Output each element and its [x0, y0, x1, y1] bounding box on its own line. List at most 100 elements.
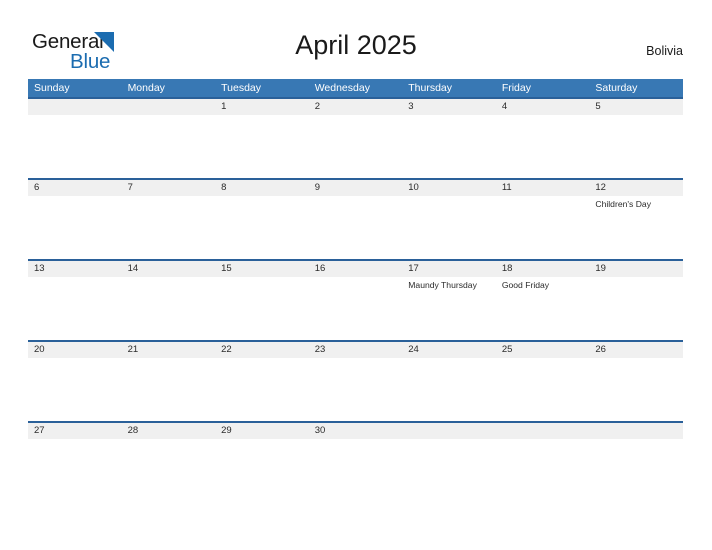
holiday-event: Children's Day [595, 199, 651, 209]
calendar-day-cell[interactable]: 30 [308, 423, 403, 502]
day-events [402, 358, 496, 361]
day-number: 7 [121, 180, 216, 196]
calendar-grid: Sunday Monday Tuesday Wednesday Thursday… [28, 79, 683, 502]
day-events [122, 196, 216, 199]
day-events [496, 196, 590, 199]
day-events [589, 115, 683, 118]
calendar-day-cell[interactable]: 14 [121, 261, 216, 340]
calendar-day-cell[interactable]: 26 [589, 342, 683, 421]
calendar-day-cell[interactable]: 21 [121, 342, 216, 421]
day-number: 29 [215, 423, 309, 439]
day-number: 21 [121, 342, 216, 358]
holiday-event: Good Friday [501, 280, 550, 290]
day-number: 1 [215, 99, 309, 115]
day-number: 17 [402, 261, 496, 277]
day-number: 13 [28, 261, 122, 277]
calendar-day-cell[interactable]: 6 [28, 180, 122, 259]
calendar-day-cell[interactable]: 20 [28, 342, 122, 421]
day-events [309, 277, 403, 280]
day-events [28, 277, 122, 280]
day-events [589, 358, 683, 361]
day-events [28, 439, 122, 442]
weekday-wednesday: Wednesday [314, 82, 370, 94]
day-events [122, 439, 216, 442]
calendar-day-cell[interactable]: 27 [28, 423, 122, 502]
calendar-week-row: 13 14 15 16 17 Maundy Thursday 18 Good Friday 19 [28, 259, 683, 340]
calendar-day-cell[interactable] [121, 99, 216, 178]
day-events [215, 277, 309, 280]
page-header: General Blue April 2025 Bolivia [0, 0, 712, 79]
day-events [28, 358, 122, 361]
weekday-saturday: Saturday [595, 82, 638, 94]
calendar-day-cell[interactable]: 28 [121, 423, 216, 502]
calendar-day-cell[interactable]: 19 [589, 261, 683, 340]
day-events [309, 196, 403, 199]
calendar-day-cell[interactable]: 5 [589, 99, 683, 178]
day-events [215, 196, 309, 199]
day-number: 14 [121, 261, 216, 277]
calendar-day-cell[interactable]: 29 [215, 423, 309, 502]
calendar-day-cell[interactable] [402, 423, 496, 502]
day-number: 19 [589, 261, 683, 277]
calendar-day-cell[interactable] [28, 99, 122, 178]
calendar-day-cell[interactable]: 8 [215, 180, 309, 259]
holiday-event: Maundy Thursday [408, 280, 477, 290]
calendar-day-cell[interactable]: 7 [121, 180, 216, 259]
day-events [309, 439, 403, 442]
calendar-day-cell[interactable]: 22 [215, 342, 309, 421]
day-number: 30 [308, 423, 403, 439]
calendar-day-cell[interactable]: 2 [308, 99, 403, 178]
calendar-week-inner: 12345 [28, 99, 683, 178]
day-number: 22 [215, 342, 309, 358]
day-number [28, 99, 122, 115]
calendar-day-cell[interactable]: 3 [402, 99, 496, 178]
weekday-friday: Friday [501, 82, 531, 94]
calendar-day-cell[interactable]: 17 Maundy Thursday [402, 261, 496, 340]
day-number: 12 [589, 180, 683, 196]
day-number: 20 [28, 342, 122, 358]
day-number: 9 [308, 180, 403, 196]
day-events [215, 439, 309, 442]
calendar-page: General Blue April 2025 Bolivia Sunday M… [0, 0, 712, 550]
weekday-monday: Monday [127, 82, 165, 94]
calendar-day-cell[interactable]: 13 [28, 261, 122, 340]
day-events [402, 115, 496, 118]
calendar-day-cell[interactable]: 24 [402, 342, 496, 421]
weekday-thursday: Thursday [408, 82, 453, 94]
day-number: 15 [215, 261, 309, 277]
day-events [215, 115, 309, 118]
calendar-day-cell[interactable]: 9 [308, 180, 403, 259]
day-events [122, 115, 216, 118]
calendar-day-cell[interactable] [495, 423, 590, 502]
day-number: 3 [402, 99, 496, 115]
day-events [402, 439, 496, 442]
calendar-day-cell[interactable]: 25 [495, 342, 590, 421]
calendar-day-cell[interactable]: 16 [308, 261, 403, 340]
calendar-day-cell[interactable]: 10 [402, 180, 496, 259]
calendar-day-cell[interactable]: 1 [215, 99, 309, 178]
day-events [496, 439, 590, 442]
day-number: 6 [28, 180, 122, 196]
calendar-day-cell[interactable]: 12 Children's Day [589, 180, 683, 259]
day-number: 27 [28, 423, 122, 439]
calendar-day-cell[interactable]: 23 [308, 342, 403, 421]
weekday-sunday: Sunday [34, 82, 70, 94]
calendar-week-inner: 20 21 22 23 24 25 26 [28, 342, 683, 421]
day-events [28, 196, 122, 199]
day-number [121, 99, 216, 115]
day-events [589, 439, 683, 442]
day-events: Maundy Thursday [402, 277, 496, 291]
day-events [589, 277, 683, 280]
calendar-week-inner: 6 7 8 9 10 11 12 Children's Day [28, 180, 683, 259]
calendar-day-cell[interactable]: 15 [215, 261, 309, 340]
calendar-day-cell[interactable]: 11 [495, 180, 590, 259]
calendar-week-row: 27 28 29 30 [28, 421, 683, 502]
calendar-day-cell[interactable]: 18 Good Friday [495, 261, 590, 340]
country-label: Bolivia [646, 44, 683, 58]
day-number: 4 [495, 99, 590, 115]
calendar-weeks: 1 2 3 4 5 6 7 8 9 10 11 12 Children's Day 13 14 15 16 17 M… [28, 97, 683, 502]
day-events [28, 115, 122, 118]
calendar-day-cell[interactable] [589, 423, 683, 502]
calendar-day-cell[interactable]: 4 [495, 99, 590, 178]
day-events [215, 358, 309, 361]
